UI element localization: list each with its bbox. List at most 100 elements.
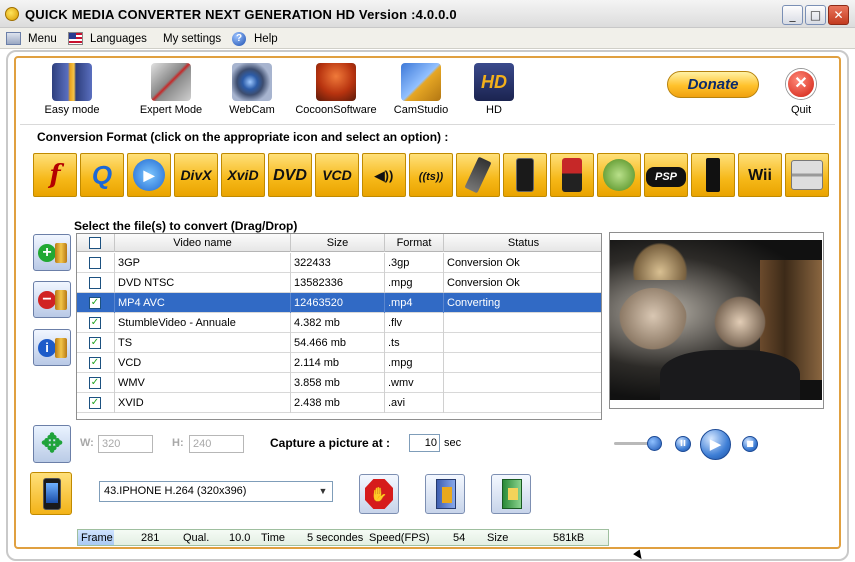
cell-format: .mpg — [385, 273, 444, 293]
table-row[interactable]: ✓ XVID 2.438 mb .avi — [77, 393, 601, 413]
format-mobile-phone-button[interactable] — [456, 153, 500, 197]
format-iphone-button[interactable] — [503, 153, 547, 197]
frame-label: Frame — [81, 532, 113, 544]
cell-format: .mp4 — [385, 293, 444, 313]
cell-format: .mpg — [385, 353, 444, 373]
table-row[interactable]: ✓ TS 54.466 mb .ts — [77, 333, 601, 353]
close-button[interactable]: ✕ — [828, 5, 849, 25]
easy-mode-button[interactable]: Easy mode — [38, 63, 106, 119]
expert-mode-button[interactable]: Expert Mode — [137, 63, 205, 119]
menu-item-languages[interactable]: Languages — [68, 31, 148, 47]
row-checkbox[interactable] — [89, 277, 101, 289]
format-vcd-button[interactable]: VCD — [315, 153, 359, 197]
format-windows-media-button[interactable]: ▶ — [127, 153, 171, 197]
webcam-button[interactable]: WebCam — [222, 63, 282, 119]
row-checkbox-cell[interactable]: ✓ — [77, 333, 115, 353]
format-flash-button[interactable]: f — [33, 153, 77, 197]
menu-item-menu[interactable]: Menu — [6, 31, 61, 47]
resize-move-button[interactable]: ✥ — [33, 425, 71, 463]
cell-name: DVD NTSC — [115, 273, 291, 293]
format-nintendo-ds-button[interactable] — [785, 153, 829, 197]
height-label: H: — [172, 437, 184, 449]
format-ipod-button[interactable] — [550, 153, 594, 197]
cell-status — [444, 313, 601, 333]
row-checkbox-cell[interactable]: ✓ — [77, 293, 115, 313]
windows-media-icon: ▶ — [133, 159, 165, 191]
select-all-checkbox-cell[interactable] — [77, 234, 115, 252]
format-dvd-button[interactable]: DVD — [268, 153, 312, 197]
select-all-checkbox[interactable] — [89, 237, 101, 249]
cell-format: .avi — [385, 393, 444, 413]
pause-button[interactable]: II — [675, 436, 691, 452]
table-row[interactable]: ✓ StumbleVideo - Annuale 4.382 mb .flv — [77, 313, 601, 333]
hd-button[interactable]: HD HD — [468, 63, 520, 119]
row-checkbox-cell[interactable]: ✓ — [77, 313, 115, 333]
row-checkbox-cell[interactable] — [77, 253, 115, 273]
cocoon-software-button[interactable]: CocoonSoftware — [293, 63, 379, 119]
cell-size: 54.466 mb — [291, 333, 385, 353]
row-checkbox[interactable]: ✓ — [89, 377, 101, 389]
nintendo-ds-icon — [791, 160, 823, 190]
table-row[interactable]: ✓ WMV 3.858 mb .wmv — [77, 373, 601, 393]
height-input[interactable]: 240 — [189, 435, 244, 453]
profile-select[interactable]: 43.IPHONE H.264 (320x396) ▼ — [99, 481, 333, 502]
row-checkbox-cell[interactable] — [77, 273, 115, 293]
format-ts-button[interactable]: ((ts)) — [409, 153, 453, 197]
chevron-down-icon[interactable]: ▼ — [315, 483, 331, 500]
column-header-size[interactable]: Size — [291, 234, 385, 252]
stop-conversion-button[interactable]: ✋ — [359, 474, 399, 514]
cell-size: 2.438 mb — [291, 393, 385, 413]
cell-status: Conversion Ok — [447, 257, 520, 269]
format-wii-button[interactable]: Wii — [738, 153, 782, 197]
row-checkbox[interactable] — [89, 257, 101, 269]
format-xvid-button[interactable]: XviD — [221, 153, 265, 197]
table-row[interactable]: ✓ VCD 2.114 mb .mpg — [77, 353, 601, 373]
format-psp-button[interactable]: PSP — [644, 153, 688, 197]
format-quicktime-button[interactable]: Q — [80, 153, 124, 197]
film-icon — [55, 290, 67, 310]
open-converted-button[interactable] — [491, 474, 531, 514]
column-header-name[interactable]: Video name — [115, 234, 291, 252]
menu-item-help[interactable]: ? Help — [232, 31, 282, 47]
capture-seconds-input[interactable]: 10 — [409, 434, 440, 452]
table-row[interactable]: ✓ MP4 AVC 12463520 .mp4 Converting — [77, 293, 601, 313]
maximize-button[interactable]: □ — [805, 5, 826, 25]
format-xbox-button[interactable] — [597, 153, 641, 197]
format-divx-button[interactable]: DivX — [174, 153, 218, 197]
stop-playback-button[interactable]: ■ — [742, 436, 758, 452]
table-row[interactable]: 3GP 322433.3gp Conversion Ok — [77, 253, 601, 273]
add-icon: + — [38, 244, 56, 262]
donate-button[interactable]: Donate — [667, 71, 759, 98]
format-ps3-button[interactable] — [691, 153, 735, 197]
cell-name: TS — [115, 333, 291, 353]
column-header-format[interactable]: Format — [385, 234, 444, 252]
width-input[interactable]: 320 — [98, 435, 153, 453]
add-file-button[interactable]: + — [33, 234, 71, 271]
menu-item-my-settings[interactable]: My settings — [141, 31, 221, 47]
quit-label[interactable]: Quit — [791, 104, 811, 116]
row-checkbox[interactable]: ✓ — [89, 337, 101, 349]
row-checkbox[interactable]: ✓ — [89, 357, 101, 369]
row-checkbox-cell[interactable]: ✓ — [77, 393, 115, 413]
output-folder-button[interactable] — [425, 474, 465, 514]
device-profile-button[interactable] — [30, 472, 72, 515]
column-header-status[interactable]: Status — [444, 234, 601, 252]
minimize-button[interactable]: _ — [782, 5, 803, 25]
format-audio-button[interactable]: ◀)) — [362, 153, 406, 197]
row-checkbox[interactable]: ✓ — [89, 397, 101, 409]
table-row[interactable]: DVD NTSC 13582336 .mpg Conversion Ok — [77, 273, 601, 293]
camstudio-button[interactable]: CamStudio — [390, 63, 452, 119]
row-checkbox-cell[interactable]: ✓ — [77, 373, 115, 393]
quit-icon[interactable]: ✕ — [786, 69, 816, 99]
row-checkbox-cell[interactable]: ✓ — [77, 353, 115, 373]
row-checkbox[interactable]: ✓ — [89, 297, 101, 309]
remove-file-button[interactable]: − — [33, 281, 71, 318]
file-table: Video name Size Format Status 3GP 322433.… — [76, 233, 602, 420]
file-info-button[interactable]: i — [33, 329, 71, 366]
row-checkbox[interactable]: ✓ — [89, 317, 101, 329]
volume-slider-knob[interactable] — [647, 436, 662, 451]
play-button[interactable]: ▶ — [700, 429, 731, 460]
cell-name: VCD — [115, 353, 291, 373]
cell-size: 322433 — [291, 253, 385, 273]
stop-icon: ■ — [746, 439, 754, 448]
